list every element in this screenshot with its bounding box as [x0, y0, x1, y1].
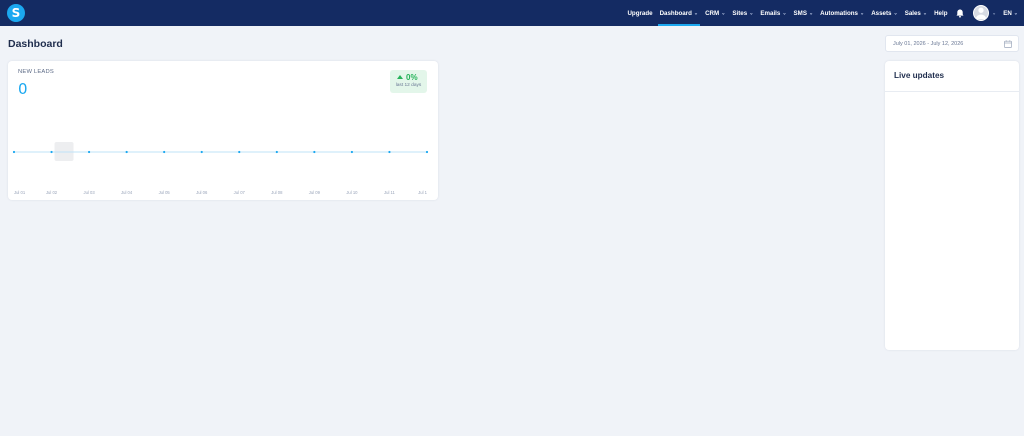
nav-item-emails[interactable]: Emails ⌄ [757, 0, 790, 26]
avatar-dropdown-icon[interactable]: ⌄ [992, 11, 996, 17]
new-leads-card: NEW LEADS 0 0% last 12 days Jul 01 Jul 02… [8, 61, 438, 200]
data-point[interactable] [238, 150, 241, 154]
nav-item-label: SMS [793, 9, 807, 17]
chevron-down-icon: ⌄ [893, 10, 898, 17]
nav-item-label: Automations [820, 9, 858, 17]
x-tick-label: Jul 1 [418, 190, 428, 195]
data-point[interactable] [425, 150, 429, 154]
x-tick-label: Jul 02 [46, 190, 58, 195]
x-tick-label: Jul 07 [234, 190, 246, 195]
nav-item-label: Sites [732, 9, 748, 17]
language-selector[interactable]: EN ⌄ [1001, 0, 1020, 26]
nav-item-crm[interactable]: CRM ⌄ [702, 0, 729, 26]
data-point[interactable] [50, 150, 53, 154]
nav-item-automations[interactable]: Automations ⌄ [817, 0, 868, 26]
chevron-down-icon: ⌄ [749, 10, 754, 17]
x-tick-label: Jul 01 [14, 190, 26, 195]
x-tick-label: Jul 09 [309, 190, 321, 195]
x-tick-label: Jul 05 [159, 190, 171, 195]
nav-item-sms[interactable]: SMS ⌄ [790, 0, 817, 26]
data-point[interactable] [275, 150, 278, 154]
chevron-down-icon: ⌄ [721, 10, 726, 17]
nav-item-label: Emails [760, 9, 781, 17]
data-point[interactable] [125, 150, 128, 154]
chevron-down-icon: ⌄ [808, 10, 814, 17]
page-title: Dashboard [8, 38, 63, 50]
x-tick-label: Jul 03 [83, 190, 95, 195]
app-logo[interactable]: S [7, 4, 25, 22]
nav-item-label: Help [934, 9, 948, 17]
x-tick-label: Jul 04 [121, 190, 133, 195]
nav-item-sites[interactable]: Sites ⌄ [729, 0, 757, 26]
main-nav: Upgrade Dashboard ⌄ CRM ⌄ Sites ⌄ Emails ⌄ SMS ⌄ Au… [624, 0, 1024, 26]
divider [885, 91, 1019, 92]
chevron-down-icon: ⌄ [859, 10, 865, 17]
data-point[interactable] [200, 150, 203, 154]
x-tick-label: Jul 11 [384, 190, 396, 195]
date-range-value: July 01, 2026 - July 12, 2026 [893, 40, 964, 47]
calendar-icon[interactable] [1004, 40, 1012, 48]
chevron-down-icon: ⌄ [1013, 10, 1018, 17]
user-avatar[interactable] [972, 5, 989, 21]
live-updates-panel: Live updates [885, 61, 1019, 350]
live-updates-title: Live updates [894, 71, 945, 80]
top-navigation-bar: S Upgrade Dashboard ⌄ CRM ⌄ Sites ⌄ Emails ⌄ SMS ⌄… [0, 0, 1024, 26]
data-point[interactable] [163, 150, 166, 154]
data-point[interactable] [313, 150, 316, 154]
x-tick-label: Jul 10 [346, 190, 358, 195]
data-point[interactable] [87, 150, 91, 154]
chevron-down-icon: ⌄ [922, 10, 928, 17]
nav-item-upgrade[interactable]: Upgrade [624, 0, 656, 26]
data-point[interactable] [350, 150, 354, 154]
chevron-down-icon: ⌄ [782, 10, 787, 17]
nav-item-label: Dashboard [659, 9, 692, 17]
new-leads-chart: Jul 01 Jul 02 Jul 03 Jul 04 Jul 05 Jul 06 Jul … [12, 142, 429, 195]
date-range-picker[interactable]: July 01, 2026 - July 12, 2026 [885, 35, 1019, 52]
bell-icon[interactable] [955, 8, 965, 18]
chevron-down-icon: ⌄ [693, 10, 699, 17]
nav-item-label: Upgrade [627, 9, 653, 17]
data-point[interactable] [388, 150, 391, 154]
data-point[interactable] [12, 150, 16, 154]
nav-item-assets[interactable]: Assets ⌄ [868, 0, 902, 26]
nav-item-dashboard[interactable]: Dashboard ⌄ [656, 0, 702, 26]
nav-item-label: CRM [705, 9, 720, 17]
x-tick-label: Jul 06 [196, 190, 208, 195]
nav-item-help[interactable]: Help [931, 0, 951, 26]
nav-item-label: Sales [904, 9, 921, 17]
nav-item-sales[interactable]: Sales ⌄ [901, 0, 930, 26]
language-label: EN [1003, 9, 1012, 17]
x-tick-label: Jul 08 [271, 190, 283, 195]
nav-item-label: Assets [871, 9, 892, 17]
